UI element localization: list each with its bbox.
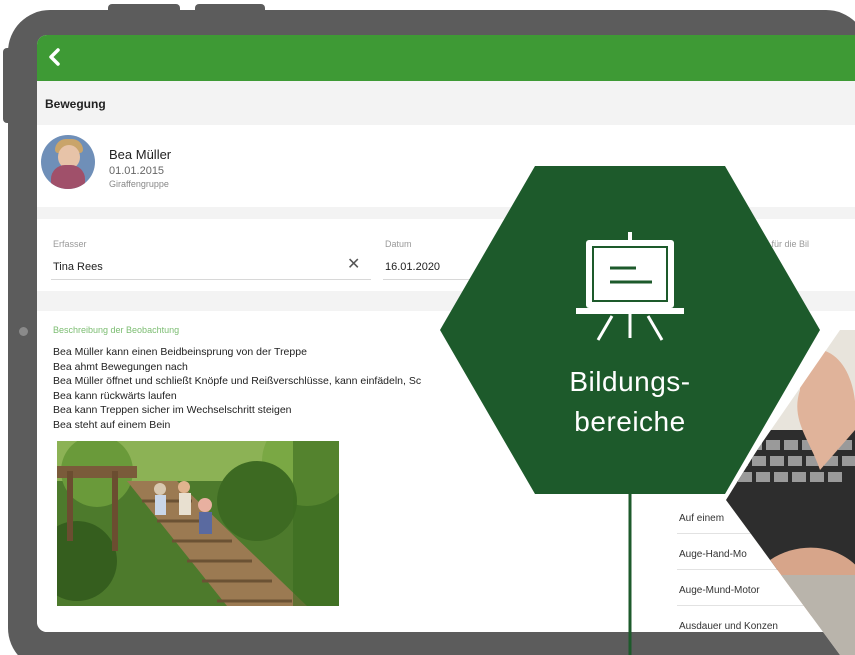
badge-title-line: Bildungs- bbox=[569, 366, 691, 397]
badge-title-line: bereiche bbox=[574, 406, 686, 437]
marketing-screenshot: Bewegung Bea Müller 01.01.2015 Giraffeng… bbox=[0, 0, 855, 655]
badge-overlay bbox=[440, 166, 855, 655]
badge-title: Bildungs- bereiche bbox=[510, 362, 750, 442]
